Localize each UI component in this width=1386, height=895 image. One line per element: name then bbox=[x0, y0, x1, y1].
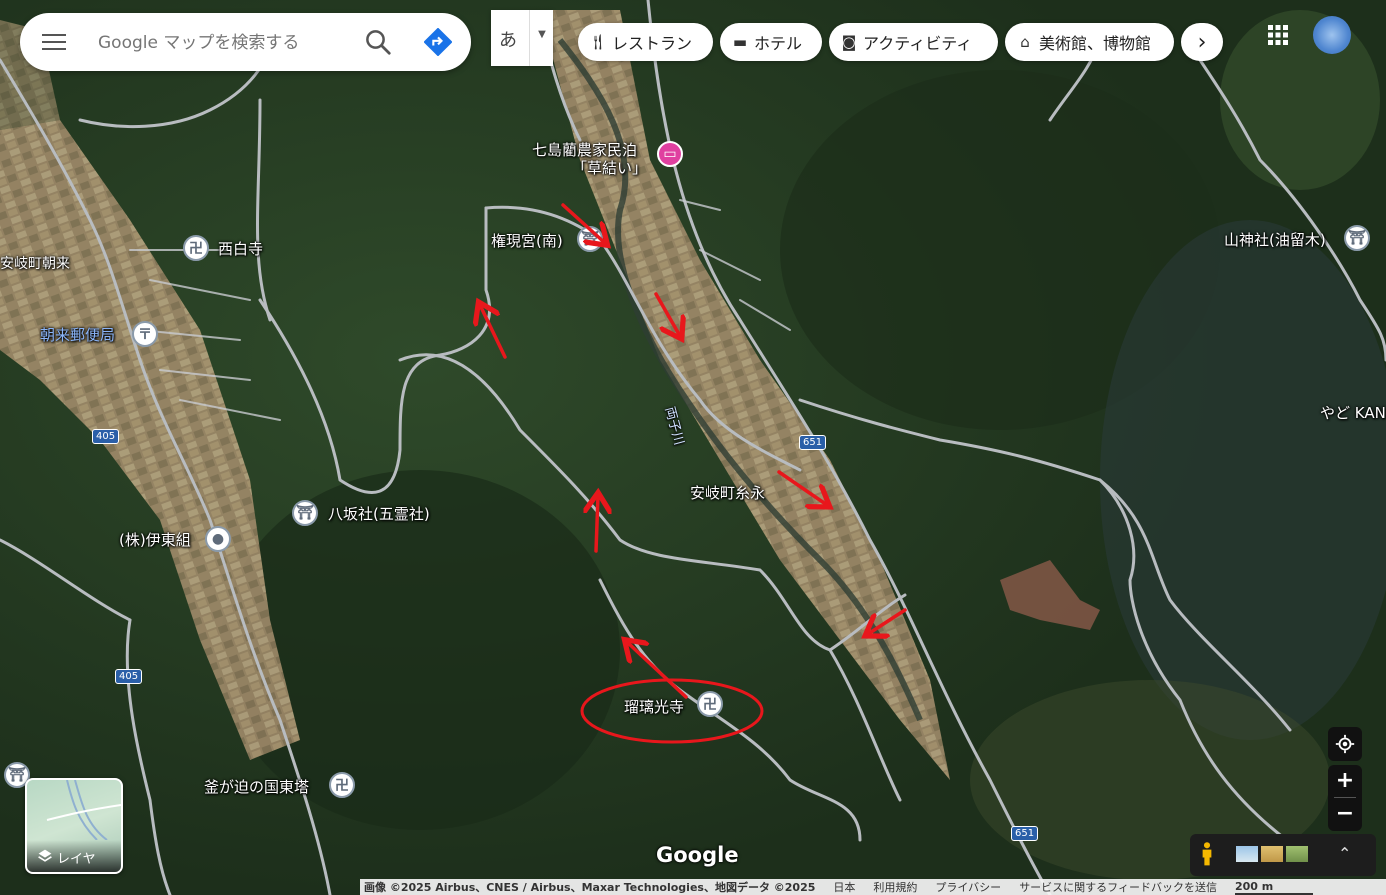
place-label-nanashima-sub[interactable]: 「草結い」 bbox=[572, 159, 647, 177]
route-651-shield: 651 bbox=[1011, 826, 1039, 841]
pegman-icon[interactable] bbox=[1200, 841, 1214, 867]
map-type-thumbnails: ⌃ bbox=[1190, 834, 1376, 876]
museum-icon: ⌂ bbox=[1020, 33, 1030, 51]
avatar[interactable] bbox=[1313, 16, 1351, 54]
google-logo: Google bbox=[656, 843, 739, 867]
shrine-pin-icon[interactable]: ⛩ bbox=[577, 226, 603, 252]
my-location-button[interactable] bbox=[1328, 727, 1362, 761]
input-method-selector[interactable]: あ ▼ bbox=[491, 10, 553, 66]
scale-bar[interactable]: 200 m bbox=[1234, 880, 1314, 895]
temple-pin-icon[interactable]: 卍 bbox=[183, 235, 209, 261]
route-651-shield: 651 bbox=[799, 435, 827, 450]
place-label-yamagami[interactable]: 山神社(油留木) bbox=[1224, 231, 1326, 249]
post-office-pin-icon[interactable]: 〒 bbox=[132, 321, 158, 347]
chip-label: レストラン bbox=[612, 34, 693, 53]
zoom-in-button[interactable]: + bbox=[1328, 765, 1362, 797]
privacy-link[interactable]: プライバシー bbox=[935, 879, 1001, 895]
chevron-right-icon: › bbox=[1197, 29, 1207, 55]
chip-label: 美術館、博物館 bbox=[1039, 34, 1152, 53]
chevron-down-icon[interactable]: ▼ bbox=[529, 10, 554, 66]
feedback-link[interactable]: サービスに関するフィードバックを送信 bbox=[1019, 879, 1217, 895]
place-label-itonaga: 安岐町糸永 bbox=[690, 484, 766, 502]
layers-icon bbox=[38, 849, 52, 862]
region-link[interactable]: 日本 bbox=[833, 879, 855, 895]
chip-label: アクティビティ bbox=[863, 34, 973, 53]
route-405-shield: 405 bbox=[115, 669, 143, 684]
chip-label: ホテル bbox=[754, 34, 803, 53]
attribution-bar: 画像 ©2025 Airbus、CNES / Airbus、Maxar Tech… bbox=[360, 879, 1386, 895]
chip-museums[interactable]: ⌂ 美術館、博物館 bbox=[1005, 23, 1174, 61]
place-label-kamagasako[interactable]: 釜が迫の国東塔 bbox=[204, 778, 309, 796]
zoom-controls: + − bbox=[1328, 765, 1362, 831]
my-location-icon bbox=[1335, 734, 1355, 754]
temple-pin-icon[interactable]: 卍 bbox=[697, 691, 723, 717]
imagery-attribution: 画像 ©2025 Airbus、CNES / Airbus、Maxar Tech… bbox=[364, 881, 816, 894]
shrine-pin-icon[interactable]: ⛩ bbox=[1344, 225, 1370, 251]
search-bar bbox=[20, 13, 471, 71]
business-pin-icon[interactable]: ● bbox=[205, 526, 231, 552]
apps-grid-icon[interactable] bbox=[1266, 23, 1290, 47]
place-label-aki-asaku: 安岐町朝来 bbox=[0, 256, 70, 272]
zoom-out-button[interactable]: − bbox=[1328, 798, 1362, 830]
place-label-saihakuji[interactable]: 西白寺 bbox=[218, 240, 263, 258]
collapse-icon[interactable]: ⌃ bbox=[1338, 844, 1351, 863]
hotel-pin-icon[interactable]: ▭ bbox=[657, 141, 683, 167]
layers-button[interactable]: レイヤ bbox=[25, 778, 123, 874]
place-label-yado[interactable]: やど KAN bbox=[1320, 404, 1386, 422]
place-label-yasaka[interactable]: 八坂社(五霊社) bbox=[328, 505, 430, 523]
route-405-shield: 405 bbox=[92, 429, 120, 444]
temple-pin-icon[interactable]: 卍 bbox=[329, 772, 355, 798]
chip-restaurants[interactable]: 🍴︎ レストラン bbox=[578, 23, 713, 61]
place-label-itogumi[interactable]: (株)伊東組 bbox=[119, 531, 191, 549]
menu-icon[interactable] bbox=[42, 31, 66, 53]
place-label-gongen[interactable]: 権現宮(南) bbox=[491, 232, 563, 250]
place-label-post-office[interactable]: 朝来郵便局 bbox=[40, 326, 115, 344]
place-label-nanashima[interactable]: 七島藺農家民泊 bbox=[532, 141, 637, 159]
satellite-map[interactable] bbox=[0, 0, 1386, 895]
map-type-thumb[interactable] bbox=[1236, 846, 1258, 862]
ime-char: あ bbox=[499, 30, 517, 51]
camera-icon: ◙ bbox=[841, 33, 857, 51]
directions-icon[interactable] bbox=[424, 28, 452, 56]
chips-next-button[interactable]: › bbox=[1181, 23, 1223, 61]
bed-icon: ▬ bbox=[732, 33, 748, 51]
shrine-pin-icon[interactable]: ⛩ bbox=[292, 500, 318, 526]
search-icon[interactable] bbox=[363, 27, 393, 57]
place-label-rurikoji[interactable]: 瑠璃光寺 bbox=[624, 698, 684, 716]
map-type-thumb[interactable] bbox=[1286, 846, 1308, 862]
chip-hotels[interactable]: ▬ ホテル bbox=[720, 23, 822, 61]
fork-knife-icon: 🍴︎ bbox=[588, 33, 608, 51]
layers-preview bbox=[46, 780, 121, 840]
terms-link[interactable]: 利用規約 bbox=[873, 879, 917, 895]
chip-activities[interactable]: ◙ アクティビティ bbox=[829, 23, 998, 61]
map-type-thumb[interactable] bbox=[1261, 846, 1283, 862]
search-input[interactable] bbox=[96, 27, 350, 59]
